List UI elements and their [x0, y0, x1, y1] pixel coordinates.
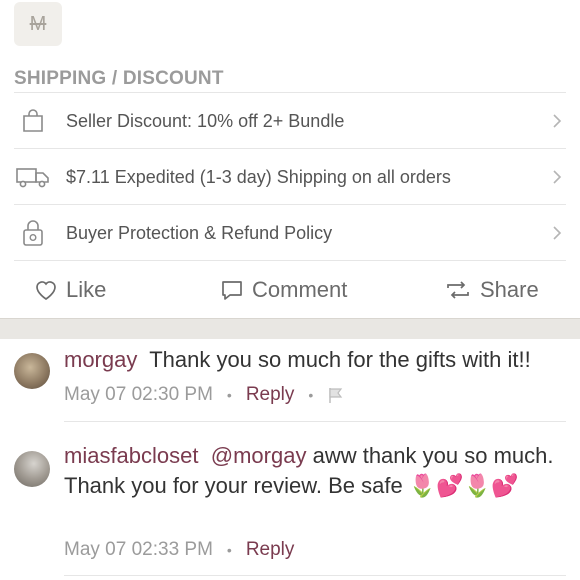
comment-icon	[222, 281, 242, 300]
reply-button[interactable]: Reply	[246, 384, 295, 406]
avatar[interactable]	[14, 353, 50, 389]
listing-details-panel: M SHIPPING / DISCOUNT Seller Discount: 1…	[0, 0, 580, 318]
buyer-protection-row[interactable]: Buyer Protection & Refund Policy	[14, 204, 566, 261]
reply-button[interactable]: Reply	[246, 539, 295, 561]
action-bar: Like Comment Share	[14, 260, 566, 319]
share-label: Share	[480, 277, 539, 302]
buyer-protection-label: Buyer Protection & Refund Policy	[66, 222, 333, 243]
share-button[interactable]: Share	[444, 261, 539, 319]
comment-text: miasfabcloset @morgay aww thank you so m…	[64, 441, 566, 501]
comment-username[interactable]: miasfabcloset	[64, 443, 199, 468]
chevron-right-icon	[553, 114, 562, 128]
brand-initial: M	[29, 12, 47, 35]
seller-discount-label: Seller Discount: 10% off 2+ Bundle	[66, 110, 345, 131]
avatar[interactable]	[14, 451, 50, 487]
separator-dot: •	[308, 387, 314, 403]
section-divider	[0, 318, 580, 340]
separator-dot: •	[226, 387, 232, 403]
shipping-row[interactable]: $7.11 Expedited (1-3 day) Shipping on al…	[14, 148, 566, 205]
comment-username[interactable]: morgay	[64, 347, 137, 372]
comment-meta: May 07 02:30 PM • Reply •	[64, 384, 345, 406]
comment-divider	[64, 575, 566, 576]
comment-label: Comment	[252, 277, 348, 302]
heart-icon	[36, 281, 56, 301]
comment-mention[interactable]: @morgay	[211, 443, 307, 468]
comments-list: morgay Thank you so much for the gifts w…	[0, 339, 580, 580]
lock-icon	[14, 218, 52, 248]
brand-initial-badge[interactable]: M	[14, 2, 62, 46]
chevron-right-icon	[553, 226, 562, 240]
like-button[interactable]: Like	[34, 261, 106, 319]
comment-timestamp: May 07 02:33 PM	[64, 539, 213, 560]
comment-text: morgay Thank you so much for the gifts w…	[64, 345, 566, 375]
separator-dot: •	[226, 542, 232, 558]
shipping-label: $7.11 Expedited (1-3 day) Shipping on al…	[66, 166, 451, 187]
section-title: SHIPPING / DISCOUNT	[14, 68, 224, 89]
comment-divider	[64, 421, 566, 422]
comment-button[interactable]: Comment	[220, 261, 347, 319]
share-icon	[447, 281, 469, 299]
seller-discount-row[interactable]: Seller Discount: 10% off 2+ Bundle	[14, 92, 566, 149]
chevron-right-icon	[553, 170, 562, 184]
truck-icon	[14, 162, 52, 192]
flag-icon[interactable]	[327, 386, 345, 404]
like-label: Like	[66, 277, 107, 302]
comment-message: Thank you so much for the gifts with it!…	[149, 347, 531, 372]
bag-icon	[14, 106, 52, 136]
comment-timestamp: May 07 02:30 PM	[64, 384, 213, 405]
comment-meta: May 07 02:33 PM • Reply	[64, 539, 294, 561]
